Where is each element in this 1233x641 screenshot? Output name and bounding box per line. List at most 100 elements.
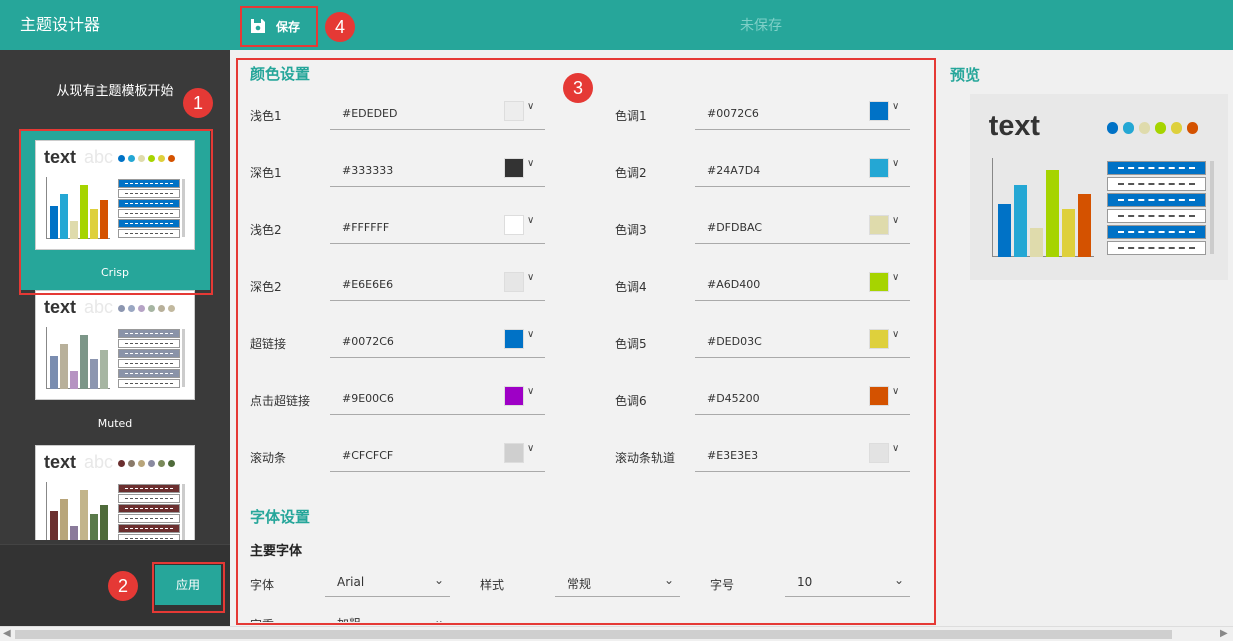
thumb-color-dot <box>168 305 175 312</box>
color-field[interactable]: #EDEDED ∨ <box>330 98 545 130</box>
chevron-down-icon[interactable]: ∨ <box>892 329 899 340</box>
color-swatch[interactable] <box>869 158 889 178</box>
color-swatch[interactable] <box>504 272 524 292</box>
color-hex-value[interactable]: #FFFFFF <box>342 221 389 234</box>
chevron-down-icon[interactable]: ∨ <box>527 101 534 112</box>
settings-panel: 颜色设置 字体设置 主要字体 字体 Arial ⌄ 样式 常规 ⌄ 字号 10 … <box>240 60 934 622</box>
color-swatch[interactable] <box>869 329 889 349</box>
color-hex-value[interactable]: #DED03C <box>707 335 762 348</box>
color-field[interactable]: #333333 ∨ <box>330 155 545 187</box>
chevron-down-icon[interactable]: ∨ <box>892 272 899 283</box>
color-swatch[interactable] <box>869 386 889 406</box>
color-hex-value[interactable]: #CFCFCF <box>342 449 393 462</box>
template-card-muted[interactable]: text abc Muted <box>20 285 210 435</box>
thumb-scrollbar <box>182 329 185 387</box>
chevron-down-icon[interactable]: ∨ <box>892 215 899 226</box>
color-hex-value[interactable]: #EDEDED <box>342 107 397 120</box>
color-hex-value[interactable]: #DFDBAC <box>707 221 762 234</box>
color-field[interactable]: #D45200 ∨ <box>695 383 910 415</box>
color-swatch[interactable] <box>504 329 524 349</box>
color-swatch[interactable] <box>869 272 889 292</box>
chevron-down-icon[interactable]: ∨ <box>527 329 534 340</box>
color-field[interactable]: #DED03C ∨ <box>695 326 910 358</box>
thumb-color-dot <box>128 155 135 162</box>
color-label: 色调1 <box>615 109 647 123</box>
color-field[interactable]: #9E00C6 ∨ <box>330 383 545 415</box>
font-weight-select[interactable]: 加粗 ⌄ <box>325 609 450 622</box>
scrollbar-thumb[interactable] <box>15 630 1172 639</box>
thumb-bar <box>100 350 108 389</box>
color-field[interactable]: #E3E3E3 ∨ <box>695 440 910 472</box>
thumb-table-dash <box>125 528 173 529</box>
primary-font-title: 主要字体 <box>250 544 303 559</box>
color-hex-value[interactable]: #0072C6 <box>707 107 759 120</box>
chevron-down-icon[interactable]: ∨ <box>892 386 899 397</box>
color-hex-value[interactable]: #E3E3E3 <box>707 449 758 462</box>
thumb-table-row <box>118 179 180 188</box>
thumb-table-dash <box>125 383 173 384</box>
font-style-select[interactable]: 常规 ⌄ <box>555 569 680 597</box>
template-card-dark[interactable]: text abc <box>20 440 210 540</box>
thumb-color-dot <box>1107 122 1119 134</box>
chevron-down-icon[interactable]: ∨ <box>527 158 534 169</box>
chevron-down-icon[interactable]: ∨ <box>892 443 899 454</box>
template-card-crisp[interactable]: text abc Crisp <box>20 130 210 290</box>
thumb-bar <box>80 490 88 540</box>
chevron-down-icon[interactable]: ∨ <box>892 101 899 112</box>
color-label: 滚动条轨道 <box>615 451 676 465</box>
color-field[interactable]: #0072C6 ∨ <box>695 98 910 130</box>
color-hex-value[interactable]: #333333 <box>342 164 393 177</box>
scroll-right-icon[interactable]: ▶ <box>1220 628 1228 639</box>
color-swatch[interactable] <box>869 215 889 235</box>
color-field[interactable]: #CFCFCF ∨ <box>330 440 545 472</box>
color-field[interactable]: #FFFFFF ∨ <box>330 212 545 244</box>
chevron-down-icon[interactable]: ∨ <box>527 386 534 397</box>
color-field[interactable]: #24A7D4 ∨ <box>695 155 910 187</box>
thumb-bar <box>1062 208 1076 257</box>
color-hex-value[interactable]: #0072C6 <box>342 335 394 348</box>
thumb-color-dot <box>118 460 125 467</box>
chevron-down-icon[interactable]: ∨ <box>892 158 899 169</box>
color-swatch[interactable] <box>504 158 524 178</box>
font-style-label: 样式 <box>480 578 505 592</box>
thumb-scrollbar <box>182 179 185 237</box>
thumb-color-dot <box>148 460 155 467</box>
chevron-down-icon[interactable]: ∨ <box>527 215 534 226</box>
thumb-bar <box>80 185 88 239</box>
thumb-color-dot <box>118 155 125 162</box>
color-swatch[interactable] <box>869 101 889 121</box>
color-hex-value[interactable]: #E6E6E6 <box>342 278 393 291</box>
template-thumbnail: text abc <box>35 140 195 250</box>
thumb-color-dot <box>148 155 155 162</box>
color-swatch[interactable] <box>869 443 889 463</box>
save-button-label: 保存 <box>276 19 301 34</box>
horizontal-scrollbar[interactable]: ◀ ▶ <box>0 626 1233 641</box>
color-hex-value[interactable]: #D45200 <box>707 392 760 405</box>
font-family-value: Arial <box>337 575 365 589</box>
font-size-select[interactable]: 10 ⌄ <box>785 569 910 597</box>
scroll-left-icon[interactable]: ◀ <box>3 628 11 639</box>
chevron-down-icon[interactable]: ∨ <box>527 443 534 454</box>
color-swatch[interactable] <box>504 215 524 235</box>
color-field[interactable]: #DFDBAC ∨ <box>695 212 910 244</box>
thumb-color-dot <box>168 155 175 162</box>
color-swatch[interactable] <box>504 443 524 463</box>
color-hex-value[interactable]: #9E00C6 <box>342 392 394 405</box>
template-list[interactable]: text abc Crisp text abc Muted text abc <box>0 130 230 540</box>
thumb-table-row <box>118 514 180 523</box>
color-label: 深色2 <box>250 280 282 294</box>
color-field[interactable]: #E6E6E6 ∨ <box>330 269 545 301</box>
color-field[interactable]: #0072C6 ∨ <box>330 326 545 358</box>
thumb-color-dot <box>158 155 165 162</box>
save-button[interactable]: 保存 <box>242 9 316 43</box>
color-hex-value[interactable]: #24A7D4 <box>707 164 760 177</box>
color-hex-value[interactable]: #A6D400 <box>707 278 760 291</box>
font-family-select[interactable]: Arial ⌄ <box>325 569 450 597</box>
thumb-bar <box>100 200 108 239</box>
color-swatch[interactable] <box>504 101 524 121</box>
color-swatch[interactable] <box>504 386 524 406</box>
chevron-down-icon[interactable]: ∨ <box>527 272 534 283</box>
color-field[interactable]: #A6D400 ∨ <box>695 269 910 301</box>
apply-button[interactable]: 应用 <box>155 565 221 605</box>
annotation-badge-4: 4 <box>325 12 355 42</box>
